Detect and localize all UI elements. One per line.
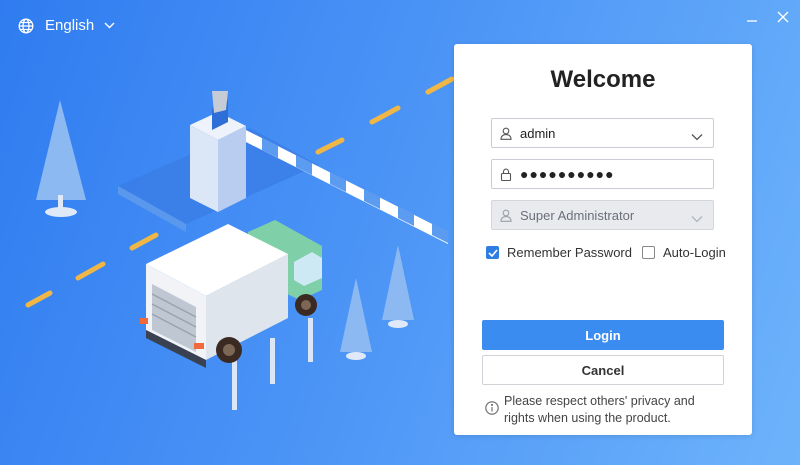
chevron-down-icon[interactable] (691, 211, 703, 223)
remember-password-checkbox[interactable] (486, 246, 499, 259)
auto-login-checkbox[interactable] (642, 246, 655, 259)
language-label: English (45, 17, 95, 34)
password-field[interactable]: ●●●●●●●●●● (491, 159, 714, 189)
privacy-notice-text: Please respect others' privacy and right… (504, 394, 695, 425)
info-icon (485, 393, 504, 427)
language-selector[interactable]: English (18, 17, 115, 34)
user-icon (500, 209, 512, 222)
minimize-icon[interactable] (744, 9, 760, 25)
lock-icon (500, 168, 512, 181)
close-icon[interactable] (775, 9, 791, 25)
password-value: ●●●●●●●●●● (520, 166, 615, 182)
role-value: Super Administrator (520, 207, 635, 223)
username-value: admin (520, 125, 556, 141)
chevron-down-icon[interactable] (691, 129, 703, 141)
role-select[interactable]: Super Administrator (491, 200, 714, 230)
username-select[interactable]: admin (491, 118, 714, 148)
login-window: English Welcome admin ●●●●●●●●●● Super A… (0, 0, 800, 465)
truck (140, 220, 322, 368)
globe-icon (18, 18, 34, 34)
remember-password-label[interactable]: Remember Password (507, 245, 632, 260)
tree-right-2 (340, 278, 372, 360)
gate-booth (190, 91, 246, 212)
parking-illustration (25, 76, 455, 410)
login-button[interactable]: Login (482, 320, 724, 350)
user-icon (500, 127, 512, 140)
tree-left (36, 100, 86, 217)
cancel-button[interactable]: Cancel (482, 355, 724, 385)
chevron-down-icon (104, 22, 115, 29)
auto-login-label[interactable]: Auto-Login (663, 245, 726, 260)
welcome-title: Welcome (550, 66, 656, 93)
privacy-notice: Please respect others' privacy and right… (485, 393, 725, 427)
check-icon (487, 248, 498, 257)
login-options: Remember Password Auto-Login (486, 245, 736, 260)
login-card: Welcome admin ●●●●●●●●●● Super Administr… (454, 44, 752, 435)
tree-right-1 (382, 245, 414, 328)
